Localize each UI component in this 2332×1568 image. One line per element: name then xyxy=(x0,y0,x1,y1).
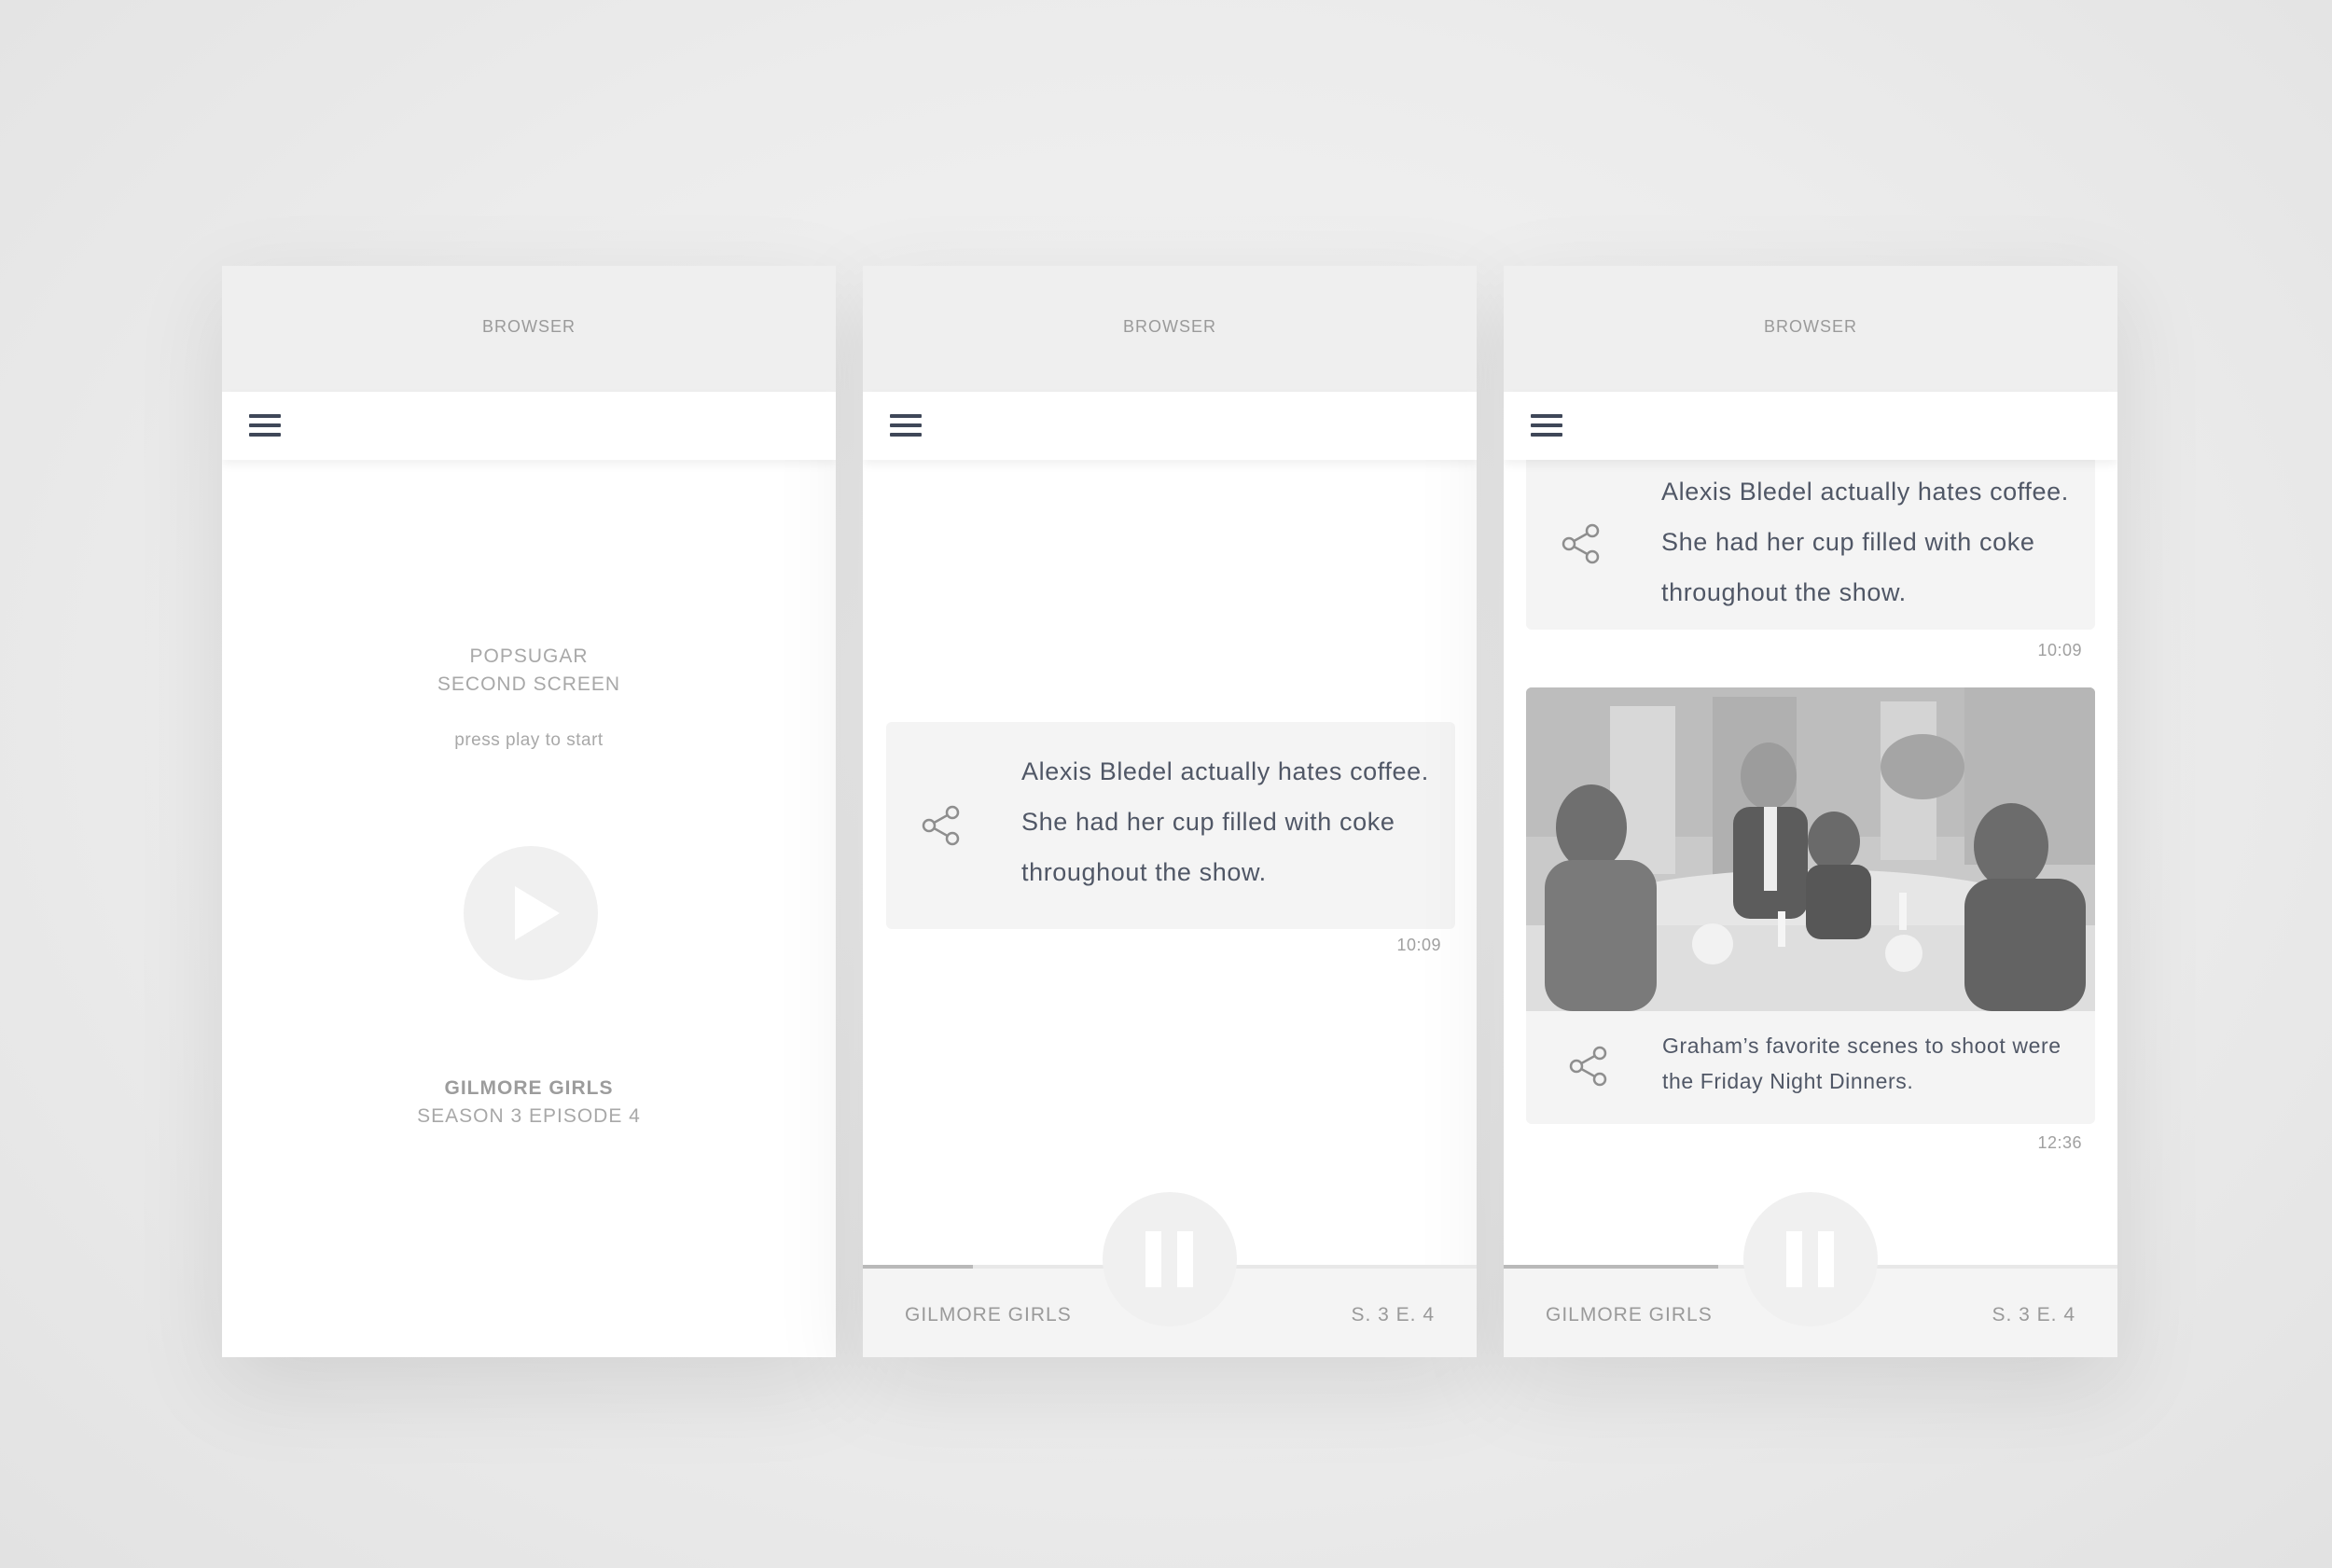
start-prompt: press play to start xyxy=(454,730,604,750)
play-icon xyxy=(515,886,560,940)
phone-screen-feed: BROWSER Alexis Bledel actually hates cof… xyxy=(1504,266,2117,1357)
brand-subtitle: SECOND SCREEN xyxy=(437,673,621,695)
play-button[interactable] xyxy=(464,846,598,980)
dinner-scene-photo xyxy=(1526,687,2095,1011)
player-episode: S. 3 E. 4 xyxy=(1992,1304,2075,1325)
browser-bar: BROWSER xyxy=(1504,266,2117,392)
pause-button[interactable] xyxy=(1743,1192,1878,1326)
fact-text: Alexis Bledel actually hates coffee. She… xyxy=(1021,757,1429,886)
fact-text: Graham’s favorite scenes to shoot were t… xyxy=(1662,1034,2061,1093)
hamburger-menu-icon[interactable] xyxy=(890,412,922,438)
fact-card: Alexis Bledel actually hates coffee. She… xyxy=(886,722,1455,929)
phone-screen-playing: BROWSER Alexis Bledel actually hates cof… xyxy=(863,266,1477,1357)
hamburger-menu-icon[interactable] xyxy=(1531,412,1562,438)
show-title: GILMORE GIRLS xyxy=(444,1077,614,1099)
share-icon[interactable] xyxy=(920,804,963,847)
nav-bar xyxy=(1504,392,2117,460)
phone-screen-start: BROWSER POPSUGAR SECOND SCREEN press pla… xyxy=(222,266,836,1357)
fact-timestamp: 12:36 xyxy=(2037,1133,2082,1152)
fact-text: Alexis Bledel actually hates coffee. She… xyxy=(1661,478,2069,606)
share-icon[interactable] xyxy=(1567,1045,1610,1088)
player-show-title: GILMORE GIRLS xyxy=(1546,1304,1713,1325)
hamburger-menu-icon[interactable] xyxy=(249,412,281,438)
pause-button[interactable] xyxy=(1103,1192,1237,1326)
nav-bar xyxy=(222,392,836,460)
nav-bar xyxy=(863,392,1477,460)
pause-icon xyxy=(1145,1231,1193,1287)
player-show-title: GILMORE GIRLS xyxy=(905,1304,1072,1325)
browser-bar: BROWSER xyxy=(863,266,1477,392)
photo-fact-card: Graham’s favorite scenes to shoot were t… xyxy=(1526,687,2095,1124)
pause-icon xyxy=(1786,1231,1834,1287)
brand-name: POPSUGAR xyxy=(469,645,589,667)
show-episode: SEASON 3 EPISODE 4 xyxy=(417,1105,641,1127)
fact-timestamp: 10:09 xyxy=(1396,936,1441,954)
share-icon[interactable] xyxy=(1560,522,1603,565)
browser-bar: BROWSER xyxy=(222,266,836,392)
player-episode: S. 3 E. 4 xyxy=(1351,1304,1435,1325)
fact-timestamp: 10:09 xyxy=(2037,641,2082,659)
